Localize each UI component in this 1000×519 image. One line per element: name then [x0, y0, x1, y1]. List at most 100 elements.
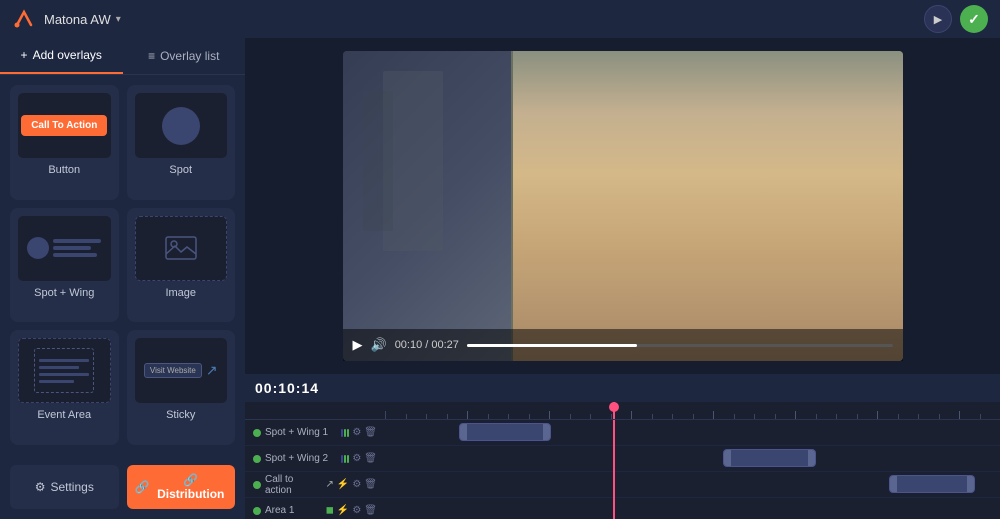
- overlay-spot-wing[interactable]: Spot + Wing: [10, 208, 119, 323]
- track-active-icon[interactable]: ⚡: [337, 479, 349, 490]
- track-clip-2[interactable]: [723, 449, 815, 467]
- track-bars: [341, 429, 349, 437]
- overlay-spot[interactable]: Spot: [127, 85, 236, 200]
- track-active-icon[interactable]: ⚡: [337, 505, 349, 516]
- tab-add-overlays[interactable]: + Add overlays: [0, 38, 123, 74]
- track-settings-icon[interactable]: ⚙: [352, 453, 361, 464]
- track-area-2: [385, 446, 1000, 471]
- overlay-spot-wing-label: Spot + Wing: [34, 287, 94, 299]
- track-row-spot-wing-2: Spot + Wing 2 ⚙ 🗑: [245, 446, 1000, 472]
- track-animate-icon[interactable]: ↗: [325, 479, 333, 490]
- gear-icon: ⚙: [35, 480, 46, 494]
- list-icon: ≡: [148, 49, 155, 63]
- timecode-display: 00:10:14: [255, 380, 319, 396]
- panel-tabs: + Add overlays ≡ Overlay list: [0, 38, 245, 75]
- overlay-image[interactable]: Image: [127, 208, 236, 323]
- ruler-playhead: [613, 402, 615, 419]
- sticky-preview: Visit Website ↗: [144, 362, 218, 379]
- track-settings-icon[interactable]: ⚙: [352, 479, 361, 490]
- track-delete-icon[interactable]: 🗑: [364, 479, 377, 490]
- video-subject: [511, 51, 903, 361]
- timeline-tracks: Spot + Wing 1 ⚙ 🗑: [245, 420, 1000, 519]
- confirm-button[interactable]: ✓: [960, 5, 988, 33]
- distribution-button[interactable]: 🔗 🔗 Distribution: [127, 465, 236, 509]
- settings-label: Settings: [50, 480, 93, 494]
- video-volume-button[interactable]: 🔊: [371, 337, 387, 353]
- timeline-area: 00:10:14: [245, 374, 1000, 519]
- topbar-right: ▶ ✓: [924, 5, 988, 33]
- logo-icon: [12, 7, 36, 31]
- overlays-grid: Call To Action Button Spot: [0, 75, 245, 455]
- track-icons: ◼ ⚡ ⚙ 🗑: [326, 505, 377, 516]
- video-play-button[interactable]: ▶: [353, 337, 363, 353]
- track-area-1: [385, 420, 1000, 445]
- overlay-event-area[interactable]: Event Area: [10, 330, 119, 445]
- track-label-spot-wing-2: Spot + Wing 2 ⚙ 🗑: [245, 453, 385, 464]
- cta-preview: Call To Action: [21, 115, 107, 136]
- track-area-4: [385, 498, 1000, 519]
- track-area-3: [385, 472, 1000, 497]
- video-progress-bar[interactable]: [467, 344, 893, 347]
- track-indicator: [253, 455, 261, 463]
- bottom-buttons: ⚙ Settings 🔗 🔗 Distribution: [0, 455, 245, 519]
- play-icon: ▶: [934, 13, 942, 26]
- track-indicator: [253, 429, 261, 437]
- image-preview-icon: [165, 236, 197, 260]
- chevron-down-icon: ▾: [116, 14, 121, 25]
- track-name: Call to action: [265, 474, 321, 496]
- track-row-call-to-action: Call to action ↗ ⚡ ⚙ 🗑: [245, 472, 1000, 498]
- track-clip-3[interactable]: [889, 475, 975, 493]
- track-label-area-1: Area 1 ◼ ⚡ ⚙ 🗑: [245, 505, 385, 516]
- track-name: Spot + Wing 1: [265, 427, 328, 438]
- track-name: Area 1: [265, 505, 294, 516]
- track-icons: ↗ ⚡ ⚙ 🗑: [325, 479, 377, 490]
- overlay-sticky[interactable]: Visit Website ↗ Sticky: [127, 330, 236, 445]
- video-controls: ▶ 🔊 00:10 / 00:27: [343, 329, 903, 361]
- video-time-display: 00:10 / 00:27: [395, 339, 459, 351]
- check-icon: ✓: [968, 11, 980, 28]
- overlay-event-area-label: Event Area: [37, 409, 91, 421]
- brand-name: Matona AW: [44, 12, 111, 27]
- link-icon: 🔗: [135, 480, 150, 494]
- video-wrapper: ▶ 🔊 00:10 / 00:27: [343, 51, 903, 361]
- playhead-marker: [609, 402, 619, 412]
- event-area-preview: [34, 348, 94, 393]
- track-indicator: [253, 481, 261, 489]
- video-progress-fill: [467, 344, 637, 347]
- ruler-ticks: [385, 402, 1000, 419]
- brand-dropdown[interactable]: Matona AW ▾: [44, 12, 121, 27]
- track-row-area-1: Area 1 ◼ ⚡ ⚙ 🗑: [245, 498, 1000, 519]
- track-delete-icon[interactable]: 🗑: [364, 505, 377, 516]
- track-indicator: [253, 507, 261, 515]
- topbar-left: Matona AW ▾: [12, 7, 121, 31]
- track-clip-1[interactable]: [459, 423, 551, 441]
- video-frame: [343, 51, 903, 361]
- track-bars: [341, 455, 349, 463]
- track-settings-icon[interactable]: ⚙: [352, 427, 361, 438]
- track-row-spot-wing-1: Spot + Wing 1 ⚙ 🗑: [245, 420, 1000, 446]
- settings-button[interactable]: ⚙ Settings: [10, 465, 119, 509]
- timeline-header: 00:10:14: [245, 374, 1000, 402]
- track-settings-icon[interactable]: ⚙: [352, 505, 361, 516]
- spot-circle-preview: [162, 107, 200, 145]
- right-area: ▶ 🔊 00:10 / 00:27 00:10:14: [245, 38, 1000, 519]
- preview-play-button[interactable]: ▶: [924, 5, 952, 33]
- track-icons: ⚙ 🗑: [341, 427, 377, 438]
- topbar: Matona AW ▾ ▶ ✓: [0, 0, 1000, 38]
- track-delete-icon[interactable]: 🗑: [364, 427, 377, 438]
- main-area: + Add overlays ≡ Overlay list Call To Ac…: [0, 38, 1000, 519]
- track-name: Spot + Wing 2: [265, 453, 328, 464]
- timeline-ruler: [245, 402, 1000, 420]
- overlay-button[interactable]: Call To Action Button: [10, 85, 119, 200]
- tab-overlay-list[interactable]: ≡ Overlay list: [123, 38, 246, 74]
- overlay-image-label: Image: [165, 287, 196, 299]
- track-delete-icon[interactable]: 🗑: [364, 453, 377, 464]
- overlay-spot-label: Spot: [169, 164, 192, 176]
- track-icons: ⚙ 🗑: [341, 453, 377, 464]
- overlay-button-label: Button: [48, 164, 80, 176]
- track-label-call-to-action: Call to action ↗ ⚡ ⚙ 🗑: [245, 474, 385, 496]
- video-container: ▶ 🔊 00:10 / 00:27: [245, 38, 1000, 374]
- distribution-label: 🔗 Distribution: [154, 473, 227, 501]
- track-indicator-icon: ◼: [326, 505, 334, 516]
- left-panel: + Add overlays ≡ Overlay list Call To Ac…: [0, 38, 245, 519]
